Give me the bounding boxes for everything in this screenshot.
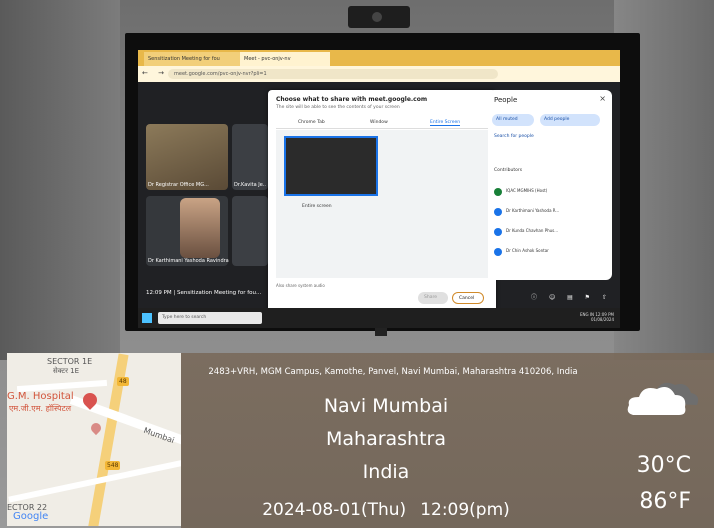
- windows-start-icon[interactable]: [142, 313, 152, 323]
- tab-window[interactable]: Window: [370, 120, 388, 125]
- close-icon[interactable]: ×: [599, 94, 606, 103]
- road-shield: 548: [105, 461, 121, 470]
- participant-row: Dr Karthimani Yashoda R...: [494, 206, 606, 222]
- participant-row: IQAC MGMIHS (Host): [494, 186, 606, 202]
- panel-title: People: [494, 96, 518, 104]
- address-bar[interactable]: meet.google.com/pvc-onjv-nvr?pli=1: [168, 69, 498, 79]
- tab-entire-screen[interactable]: Entire Screen: [430, 120, 461, 126]
- video-tile: [146, 124, 228, 190]
- road-shield: 48: [117, 377, 129, 386]
- temperature-fahrenheit: 86°F: [639, 489, 691, 514]
- meeting-controls[interactable]: ⓘ ☺ ▤ ⚑ ⇧: [531, 292, 612, 301]
- conference-camera: [348, 6, 410, 28]
- location-stamp: 2483+VRH, MGM Campus, Kamothe, Panvel, N…: [181, 353, 714, 528]
- tab-chrome-tab[interactable]: Chrome Tab: [298, 120, 325, 125]
- map-poi: एम.जी.एम. हॉस्पिटल: [9, 404, 72, 413]
- system-audio-toggle[interactable]: Also share system audio: [276, 283, 325, 288]
- people-search[interactable]: Search for people: [494, 134, 534, 139]
- time-text: 12:09(pm): [420, 500, 510, 520]
- date-text: 2024-08-01(Thu): [262, 500, 407, 520]
- map-label: सेक्टर 1E: [53, 367, 80, 375]
- meet-window: Dr Registrar Office MG... Dr.Kavita Je..…: [138, 82, 620, 312]
- tray-date: 01/08/2024: [590, 317, 614, 322]
- tv-logo: [375, 328, 387, 336]
- section-heading: Contributors: [494, 168, 523, 173]
- video-tile: [232, 124, 268, 190]
- address-bar-row: ← → ⟳ meet.google.com/pvc-onjv-nvr?pli=1: [138, 66, 620, 82]
- dialog-title: Choose what to share with meet.google.co…: [276, 96, 428, 103]
- country-text: India: [362, 461, 410, 483]
- participant-name: IQAC MGMIHS (Host): [506, 188, 548, 193]
- participant-row: Dr Chin Ashok Sontar: [494, 246, 606, 262]
- browser-tab[interactable]: Sensitization Meeting for fou: [144, 52, 240, 66]
- dialog-body: Entire screen: [276, 130, 488, 278]
- google-logo: Google: [13, 511, 49, 522]
- thumbnail-label: Entire screen: [302, 204, 332, 209]
- dialog-subtitle: The site will be able to see the content…: [276, 105, 400, 110]
- tile-name: Dr Karthimani Yashoda Ravindra: [148, 258, 229, 264]
- screen-thumbnail[interactable]: [284, 136, 378, 196]
- dialog-tabs: Chrome Tab Window Entire Screen: [276, 118, 488, 129]
- mute-all-button[interactable]: All muted: [492, 114, 534, 126]
- cancel-button[interactable]: Cancel: [452, 292, 484, 304]
- avatar: [494, 248, 502, 256]
- taskbar-search[interactable]: Type here to search: [158, 312, 262, 324]
- temperature-celsius: 30°C: [636, 453, 691, 478]
- tray-language: ENG: [579, 312, 589, 317]
- people-panel: People × All muted Add people Search for…: [488, 90, 612, 280]
- datetime-text: 2024-08-01(Thu) 12:09(pm): [181, 500, 591, 520]
- location-map: 48 548 SECTOR 1E सेक्टर 1E G.M. Hospital…: [7, 353, 181, 526]
- participant-video: [180, 198, 220, 258]
- map-label: SECTOR 1E: [47, 357, 93, 366]
- state-text: Maharashtra: [325, 428, 447, 450]
- share-screen-dialog: Choose what to share with meet.google.co…: [268, 90, 496, 312]
- tv-screen-content: Sensitization Meeting for fou Meet - pvc…: [138, 50, 620, 328]
- map-poi: G.M. Hospital: [7, 391, 74, 402]
- cloud-icon: [627, 382, 699, 415]
- browser-tab-active[interactable]: Meet - pvc-onjv-nv: [240, 52, 330, 66]
- participant-row: Dr Kunda Chavhan Phus...: [494, 226, 606, 242]
- wall-left: [0, 0, 120, 360]
- map-pin-icon: [88, 420, 104, 436]
- participant-name: Dr Kunda Chavhan Phus...: [506, 228, 559, 233]
- browser-tab-bar: Sensitization Meeting for fou Meet - pvc…: [138, 50, 620, 66]
- participant-name: Dr Karthimani Yashoda R...: [506, 208, 560, 213]
- participant-name: Dr Chin Ashok Sontar: [506, 248, 549, 253]
- video-tile: [232, 196, 268, 266]
- share-button[interactable]: Share: [418, 292, 448, 304]
- meeting-status: 12:09 PM | Sensitization Meeting for fou…: [146, 290, 262, 296]
- city-text: Navi Mumbai: [323, 395, 449, 417]
- system-tray: ENG IN 12:09 PM 01/08/2024: [580, 312, 614, 322]
- address-text: 2483+VRH, MGM Campus, Kamothe, Panvel, N…: [208, 367, 578, 377]
- tile-name: Dr.Kavita Je...: [234, 182, 266, 188]
- avatar: [494, 188, 502, 196]
- windows-taskbar: Type here to search ENG IN 12:09 PM 01/0…: [138, 308, 620, 328]
- avatar: [494, 208, 502, 216]
- tile-name: Dr Registrar Office MG...: [148, 182, 209, 188]
- add-people-button[interactable]: Add people: [540, 114, 600, 126]
- avatar: [494, 228, 502, 236]
